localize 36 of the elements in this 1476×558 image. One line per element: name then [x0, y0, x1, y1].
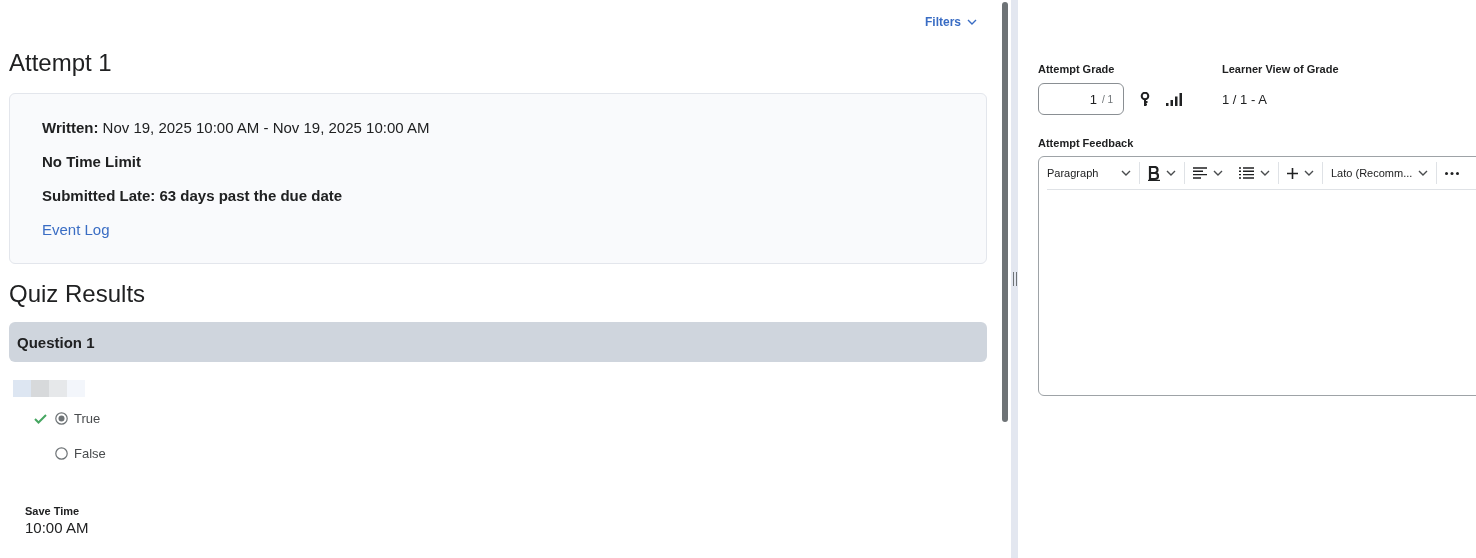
key-icon[interactable]	[1140, 91, 1150, 107]
question-header: Question 1	[9, 322, 987, 362]
chevron-down-icon	[1213, 169, 1223, 177]
quiz-results-title: Quiz Results	[9, 280, 147, 308]
event-log-link[interactable]: Event Log	[42, 213, 110, 247]
signal-bars-icon[interactable]	[1166, 92, 1182, 106]
chevron-down-icon	[1121, 169, 1131, 177]
plus-icon	[1287, 167, 1298, 179]
save-time-label: Save Time	[25, 505, 81, 517]
bold-icon	[1148, 165, 1160, 181]
submitted-late-text: Submitted Late: 63 days past the due date	[42, 186, 344, 206]
radio-button[interactable]	[55, 447, 68, 460]
chevron-down-icon	[1166, 169, 1176, 177]
learner-view-value: 1 / 1 - A	[1222, 91, 1267, 107]
chevron-down-icon	[1260, 169, 1270, 177]
option-label: False	[74, 446, 106, 461]
paragraph-format-dropdown[interactable]: Paragraph	[1047, 162, 1139, 184]
option-label: True	[74, 411, 101, 426]
attempt-title: Attempt 1	[9, 49, 113, 77]
radio-button[interactable]	[55, 412, 68, 425]
list-icon	[1239, 167, 1254, 179]
align-left-icon	[1193, 167, 1207, 179]
blurred-text-drawing	[13, 380, 85, 397]
learner-view-label: Learner View of Grade	[1222, 63, 1339, 75]
attempt-grade-label: Attempt Grade	[1038, 63, 1116, 75]
save-time-value: 10:00 AM	[25, 519, 90, 536]
chevron-down-icon	[967, 18, 977, 26]
filters-button[interactable]: Filters	[925, 15, 977, 29]
grade-input-field[interactable]: 1 / 1	[1038, 83, 1124, 115]
font-dropdown[interactable]: Lato (Recomm...	[1323, 162, 1437, 184]
written-text: Written: Nov 19, 2025 10:00 AM - Nov 19, 2025 10:00 AM	[42, 118, 431, 138]
chevron-down-icon	[1418, 169, 1429, 177]
chevron-down-icon	[1304, 169, 1314, 177]
time-limit-text: No Time Limit	[42, 152, 142, 172]
more-icon	[1445, 171, 1460, 175]
attempt-feedback-label: Attempt Feedback	[1038, 137, 1135, 149]
